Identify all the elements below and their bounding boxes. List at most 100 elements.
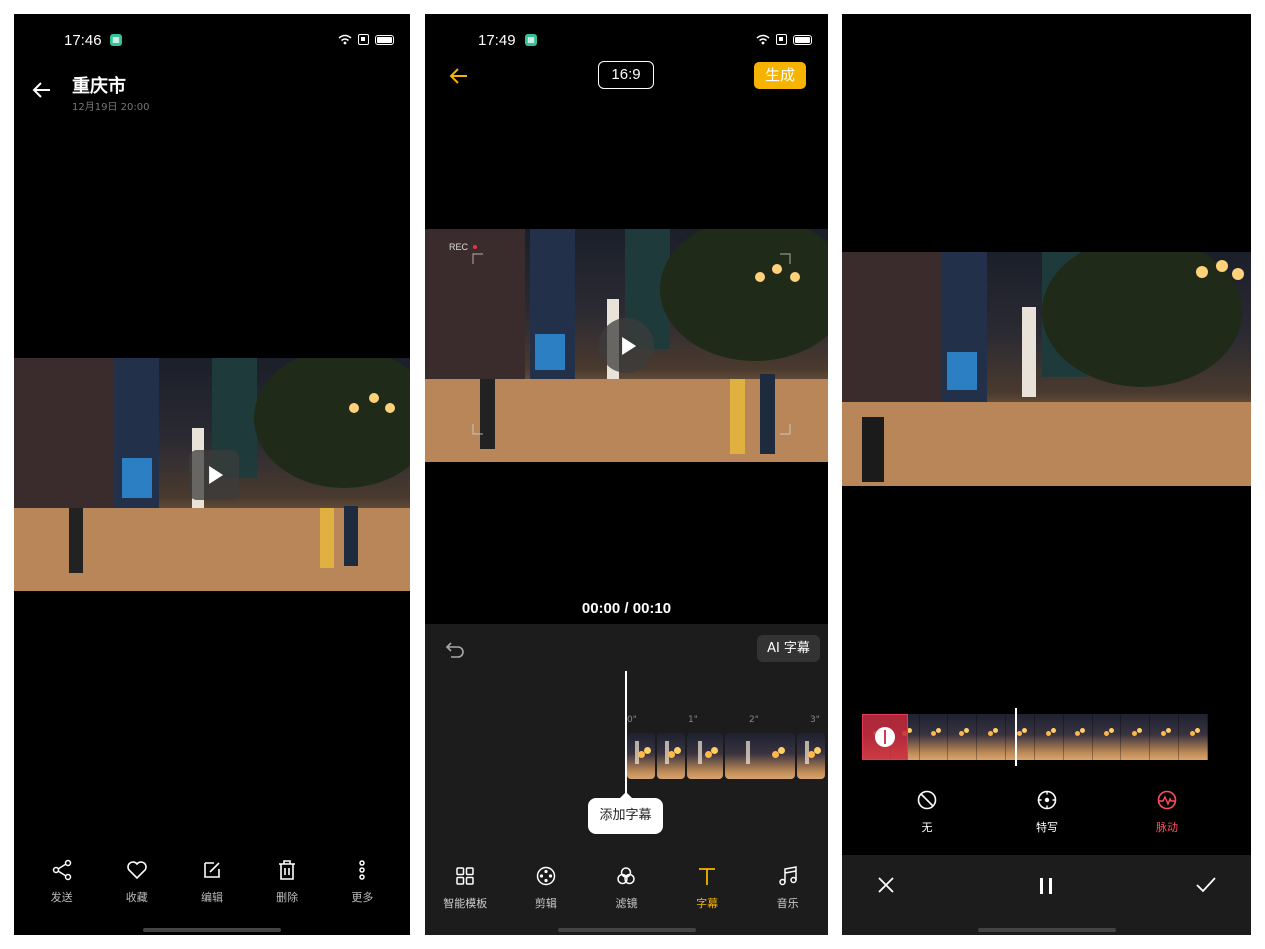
back-arrow-icon[interactable]: [447, 64, 471, 88]
toolbar-delete[interactable]: 删除: [257, 859, 317, 909]
timeline-thumbnail: [1121, 714, 1151, 760]
toolbar-filter[interactable]: 滤镜: [591, 865, 661, 911]
app-badge-icon: ▦: [110, 34, 122, 46]
toolbar-label: 剪辑: [534, 897, 557, 910]
toolbar-favorite[interactable]: 收藏: [107, 859, 167, 909]
timeline-thumbnail: [948, 714, 978, 760]
effect-options: 无 特写 脉动: [902, 789, 1192, 835]
effect-option-label: 无: [921, 821, 933, 834]
back-arrow-icon[interactable]: [30, 78, 54, 102]
battery-icon: [793, 34, 812, 45]
wifi-icon: [338, 34, 352, 45]
timeline-thumbnail: [1179, 714, 1208, 760]
aspect-ratio-button[interactable]: 16:9: [598, 61, 654, 89]
add-caption-tooltip[interactable]: 添加字幕: [588, 798, 663, 834]
page-subtitle: 12月19日 20:00: [72, 102, 150, 113]
timeline-thumbnail: [657, 733, 685, 779]
home-indicator: [977, 928, 1116, 932]
edit-icon: [204, 862, 220, 878]
gallery-screen: 17:46 ▦ 重庆市 12月19日 20:00 发送 收藏 编辑 删除 更多: [14, 14, 410, 935]
status-icons: [756, 34, 812, 45]
bottom-toolbar: 智能模板 剪辑 滤镜 字幕 音乐: [425, 865, 828, 911]
home-indicator: [557, 928, 696, 932]
timeline-thumbnail: [977, 714, 1007, 760]
playhead[interactable]: [1015, 708, 1017, 766]
tick-label: 3": [810, 715, 820, 725]
timeline-thumbnail: [1150, 714, 1180, 760]
timecode: 00:00 / 00:10: [581, 600, 672, 617]
video-preview[interactable]: [842, 252, 1251, 486]
effect-option-none[interactable]: 无: [902, 789, 952, 835]
segment-drag-handle[interactable]: [875, 727, 895, 747]
timeline-thumbnail: [1006, 714, 1035, 760]
timeline-thumbnail: [725, 733, 795, 779]
timeline-strip[interactable]: [862, 714, 1208, 760]
effect-editor-screen: 无 特写 脉动: [842, 14, 1251, 935]
page-title: 重庆市: [72, 76, 126, 97]
effect-option-pulse[interactable]: 脉动: [1142, 789, 1192, 835]
rec-label: REC: [449, 242, 469, 252]
battery-icon: [375, 34, 394, 45]
toolbar-caption[interactable]: 字幕: [672, 865, 742, 911]
close-icon[interactable]: [876, 875, 896, 895]
ai-caption-button[interactable]: AI 字幕: [757, 635, 820, 662]
undo-icon[interactable]: [445, 638, 467, 660]
grid-icon: [456, 867, 475, 885]
timeline-strip[interactable]: [627, 733, 828, 779]
toolbar-label: 音乐: [776, 897, 799, 910]
video-preview[interactable]: [14, 358, 410, 591]
play-button[interactable]: [189, 450, 239, 500]
toolbar-label: 收藏: [125, 891, 148, 904]
video-preview[interactable]: REC: [425, 229, 828, 462]
focus-icon: [1037, 790, 1057, 810]
generate-button[interactable]: 生成: [754, 62, 806, 89]
play-button[interactable]: [599, 318, 654, 373]
filter-icon: [617, 867, 636, 885]
status-icons: [338, 34, 394, 45]
tick-label: 0": [627, 715, 637, 725]
toolbar-music[interactable]: 音乐: [753, 865, 823, 911]
timeline-thumbnail: [919, 714, 949, 760]
toolbar-label: 更多: [351, 891, 374, 904]
toolbar-smart-template[interactable]: 智能模板: [430, 865, 500, 911]
check-icon[interactable]: [1195, 875, 1217, 895]
video-editor-screen: 17:49 ▦ 16:9 生成 REC 00:00 / 00:10 AI 字幕 …: [425, 14, 828, 935]
toolbar-edit[interactable]: 编辑: [182, 859, 242, 909]
status-time: 17:49: [478, 32, 516, 49]
sim-icon: [776, 34, 787, 45]
more-icon: [359, 860, 366, 880]
toolbar-send[interactable]: 发送: [32, 859, 92, 909]
toolbar-clip[interactable]: 剪辑: [511, 865, 581, 911]
wifi-icon: [756, 34, 770, 45]
none-icon: [917, 790, 937, 810]
music-icon: [778, 866, 797, 886]
toolbar-label: 智能模板: [443, 897, 488, 910]
toolbar-more[interactable]: 更多: [332, 859, 392, 909]
pulse-icon: [1157, 790, 1177, 810]
effect-option-label: 脉动: [1156, 821, 1178, 834]
timeline-thumbnail: [1063, 714, 1093, 760]
effect-option-closeup[interactable]: 特写: [1022, 789, 1072, 835]
toolbar-label: 字幕: [696, 897, 719, 910]
toolbar-label: 滤镜: [615, 897, 638, 910]
trash-icon: [279, 860, 296, 880]
playhead[interactable]: [625, 671, 627, 801]
tick-label: 1": [688, 715, 698, 725]
pause-icon[interactable]: [1038, 877, 1054, 895]
status-bar: 17:49 ▦: [425, 32, 828, 52]
timeline-thumbnail: [1092, 714, 1122, 760]
timeline-thumbnail: [627, 733, 655, 779]
app-badge-icon: ▦: [525, 34, 537, 46]
share-icon: [52, 859, 71, 881]
status-bar: 17:46 ▦: [14, 32, 410, 52]
heart-icon: [126, 861, 147, 880]
effect-option-label: 特写: [1036, 821, 1058, 834]
tick-label: 2": [749, 715, 759, 725]
toolbar-label: 编辑: [200, 891, 223, 904]
toolbar-label: 删除: [276, 891, 299, 904]
action-bar: [842, 855, 1251, 935]
bottom-toolbar: 发送 收藏 编辑 删除 更多: [14, 859, 410, 909]
sim-icon: [358, 34, 369, 45]
timeline-thumbnail: [797, 733, 825, 779]
timeline-thumbnail: [687, 733, 723, 779]
